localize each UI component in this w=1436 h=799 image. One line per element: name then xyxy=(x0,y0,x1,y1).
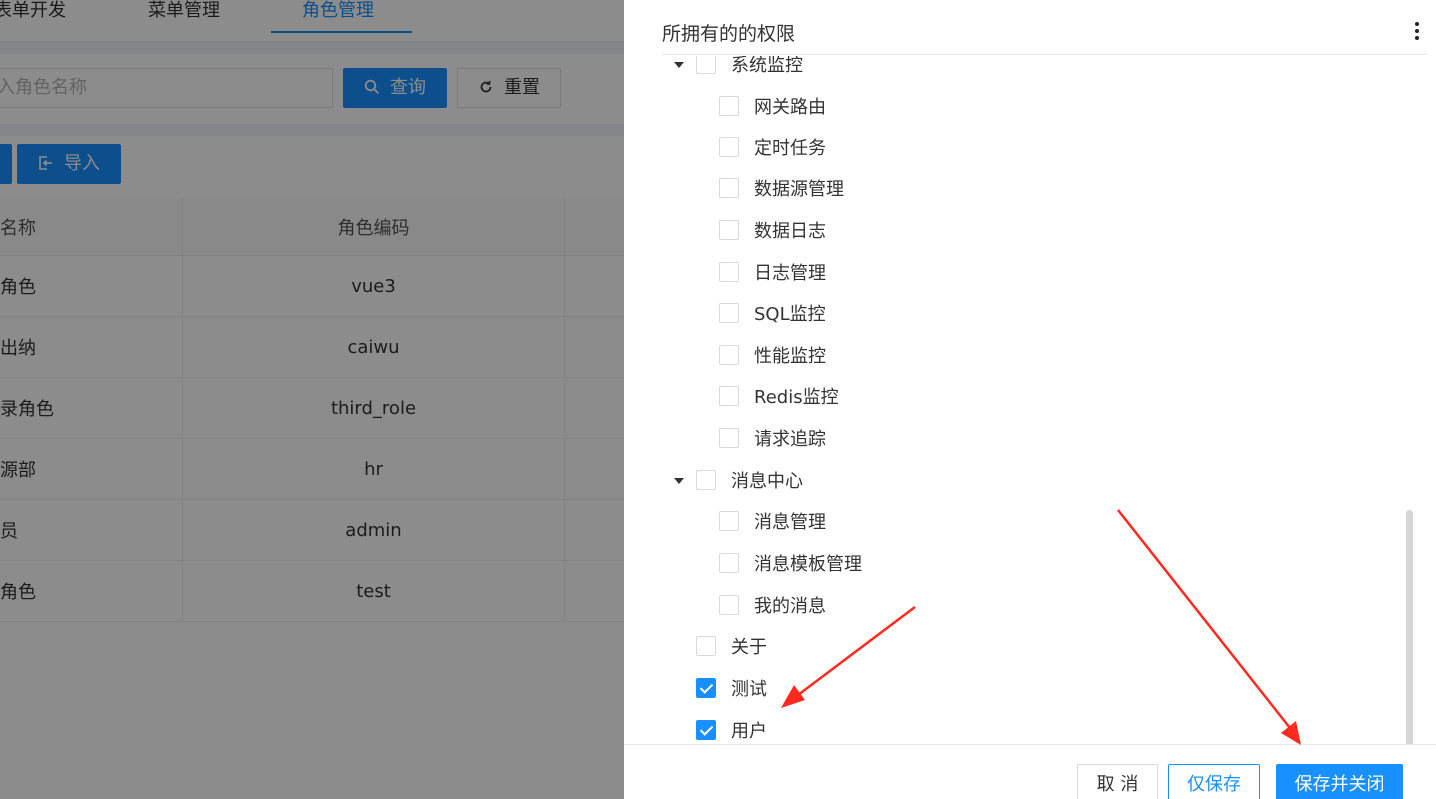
tree-node-my-messages[interactable]: 我的消息 xyxy=(719,587,826,623)
checkbox[interactable] xyxy=(719,595,739,615)
tree-node-test[interactable]: 测试 xyxy=(696,670,767,706)
checkbox[interactable] xyxy=(719,345,739,365)
tree-node-user[interactable]: 用户 xyxy=(696,712,767,744)
drawer-title: 所拥有的的权限 xyxy=(662,23,796,45)
checkbox[interactable] xyxy=(719,220,739,240)
more-vertical-icon[interactable] xyxy=(1414,22,1420,42)
checkbox[interactable] xyxy=(719,96,739,116)
checkbox[interactable] xyxy=(696,636,716,656)
drawer-footer: 取 消 仅保存 保存并关闭 xyxy=(624,744,1436,799)
checkbox[interactable] xyxy=(719,303,739,323)
tree-node-label: 消息中心 xyxy=(731,471,803,492)
tree-node-message-center[interactable]: 消息中心 xyxy=(696,462,803,498)
tree-node-label: 性能监控 xyxy=(754,346,826,367)
tree-node-sql-monitor[interactable]: SQL监控 xyxy=(719,295,826,331)
tree-node-label: 我的消息 xyxy=(754,596,826,617)
permission-tree: 系统监控 网关路由 定时任务 数据源管理 数据日志 日志管理 SQL监控 性能监… xyxy=(624,56,1424,744)
tree-node-message-template[interactable]: 消息模板管理 xyxy=(719,545,862,581)
checkbox[interactable] xyxy=(719,137,739,157)
tree-node-redis-monitor[interactable]: Redis监控 xyxy=(719,378,839,414)
background-page: 表单开发 菜单管理 角色管理 入角色名称 查询 重置 导入 名称 角色编码 角色… xyxy=(0,0,624,799)
tree-node-label: Redis监控 xyxy=(754,387,839,408)
tree-node-label: 数据日志 xyxy=(754,221,826,242)
tree-node-data-log[interactable]: 数据日志 xyxy=(719,212,826,248)
tree-node-label: 用户 xyxy=(731,721,767,742)
tree-node-about[interactable]: 关于 xyxy=(696,628,767,664)
drawer-header: 所拥有的的权限 xyxy=(662,0,1428,55)
checkbox-checked[interactable] xyxy=(696,678,716,698)
scrollbar-thumb[interactable] xyxy=(1406,510,1413,754)
cancel-button[interactable]: 取 消 xyxy=(1077,764,1158,799)
tree-node-label: 请求追踪 xyxy=(754,429,826,450)
tree-node-datasource[interactable]: 数据源管理 xyxy=(719,170,844,206)
tree-node-label: 消息管理 xyxy=(754,512,826,533)
tree-node-gateway-route[interactable]: 网关路由 xyxy=(719,88,826,124)
checkbox-checked[interactable] xyxy=(696,720,716,740)
checkbox[interactable] xyxy=(719,178,739,198)
checkbox[interactable] xyxy=(696,470,716,490)
checkbox[interactable] xyxy=(696,56,716,74)
tree-node-label: 数据源管理 xyxy=(754,179,844,200)
tree-node-label: 定时任务 xyxy=(754,138,826,159)
caret-down-icon[interactable] xyxy=(674,62,684,68)
permission-drawer: 所拥有的的权限 系统监控 网关路由 定时任务 数据源管理 数据日志 日志管理 S… xyxy=(624,0,1436,799)
tree-node-label: 消息模板管理 xyxy=(754,554,862,575)
save-and-close-button[interactable]: 保存并关闭 xyxy=(1276,764,1403,799)
tree-node-label: SQL监控 xyxy=(754,304,826,325)
checkbox[interactable] xyxy=(719,386,739,406)
tree-node-performance-monitor[interactable]: 性能监控 xyxy=(719,337,826,373)
checkbox[interactable] xyxy=(719,511,739,531)
tree-node-label: 关于 xyxy=(731,637,767,658)
tree-node-system-monitor[interactable]: 系统监控 xyxy=(696,56,803,82)
checkbox[interactable] xyxy=(719,553,739,573)
tree-node-label: 系统监控 xyxy=(731,56,803,76)
tree-node-label: 网关路由 xyxy=(754,97,826,118)
checkbox[interactable] xyxy=(719,428,739,448)
tree-node-scheduled-task[interactable]: 定时任务 xyxy=(719,129,826,165)
tree-node-message-management[interactable]: 消息管理 xyxy=(719,503,826,539)
caret-down-icon[interactable] xyxy=(674,478,684,484)
checkbox[interactable] xyxy=(719,262,739,282)
save-only-button[interactable]: 仅保存 xyxy=(1168,764,1260,799)
tree-node-label: 测试 xyxy=(731,679,767,700)
tree-node-label: 日志管理 xyxy=(754,263,826,284)
tree-node-log-management[interactable]: 日志管理 xyxy=(719,254,826,290)
modal-mask[interactable] xyxy=(0,0,624,799)
tree-node-request-trace[interactable]: 请求追踪 xyxy=(719,420,826,456)
